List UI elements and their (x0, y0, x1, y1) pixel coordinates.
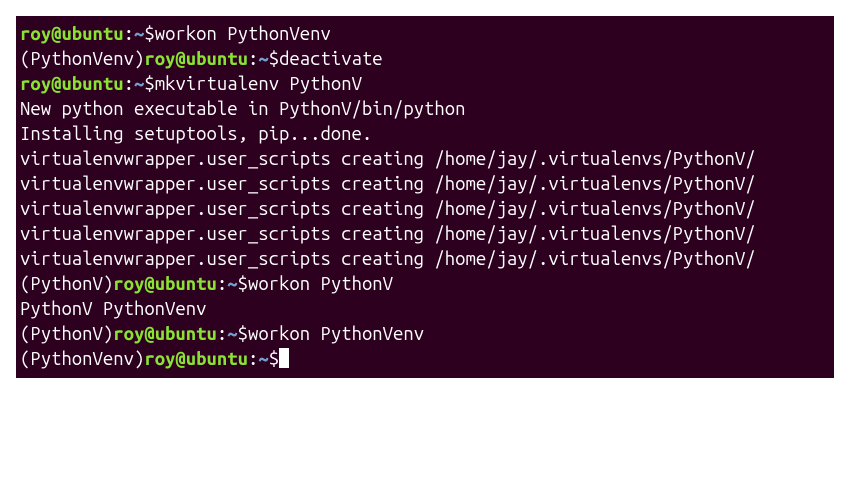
terminal-line: roy@ubuntu:~$workon PythonVenv (20, 22, 830, 47)
venv-prefix: (PythonVenv) (20, 349, 144, 369)
command-text: workon PythonVenv (155, 24, 331, 44)
terminal-line: virtualenvwrapper.user_scripts creating … (20, 147, 830, 172)
user-host: roy@ubuntu (20, 74, 124, 94)
terminal-line: (PythonVenv)roy@ubuntu:~$ (20, 347, 830, 372)
output-text: virtualenvwrapper.user_scripts creating … (20, 174, 756, 194)
output-text: virtualenvwrapper.user_scripts creating … (20, 224, 756, 244)
user-host: roy@ubuntu (113, 324, 217, 344)
prompt-path: ~ (134, 24, 144, 44)
prompt-separator: : (124, 74, 134, 94)
terminal-line: roy@ubuntu:~$mkvirtualenv PythonV (20, 72, 830, 97)
venv-prefix: (PythonV) (20, 274, 113, 294)
output-text: virtualenvwrapper.user_scripts creating … (20, 199, 756, 219)
prompt-dollar: $ (269, 49, 279, 69)
prompt-separator: : (248, 349, 258, 369)
prompt-path: ~ (258, 49, 268, 69)
command-text: workon PythonVenv (248, 324, 424, 344)
prompt-path: ~ (134, 74, 144, 94)
user-host: roy@ubuntu (113, 274, 217, 294)
output-text: New python executable in PythonV/bin/pyt… (20, 99, 465, 119)
terminal-line: Installing setuptools, pip...done. (20, 122, 830, 147)
terminal-line: (PythonVenv)roy@ubuntu:~$deactivate (20, 47, 830, 72)
command-text: deactivate (279, 49, 383, 69)
prompt-separator: : (217, 274, 227, 294)
terminal-line: virtualenvwrapper.user_scripts creating … (20, 172, 830, 197)
user-host: roy@ubuntu (20, 24, 124, 44)
output-text: virtualenvwrapper.user_scripts creating … (20, 149, 756, 169)
terminal-line: (PythonV)roy@ubuntu:~$workon PythonV (20, 272, 830, 297)
prompt-path: ~ (258, 349, 268, 369)
terminal-line: virtualenvwrapper.user_scripts creating … (20, 247, 830, 272)
terminal-line: New python executable in PythonV/bin/pyt… (20, 97, 830, 122)
prompt-separator: : (217, 324, 227, 344)
prompt-path: ~ (227, 324, 237, 344)
prompt-dollar: $ (238, 274, 248, 294)
terminal-window[interactable]: roy@ubuntu:~$workon PythonVenv(PythonVen… (16, 16, 834, 378)
user-host: roy@ubuntu (144, 49, 248, 69)
cursor-block (279, 348, 289, 368)
prompt-separator: : (124, 24, 134, 44)
venv-prefix: (PythonVenv) (20, 49, 144, 69)
terminal-line: (PythonV)roy@ubuntu:~$workon PythonVenv (20, 322, 830, 347)
output-text: virtualenvwrapper.user_scripts creating … (20, 249, 756, 269)
prompt-dollar: $ (144, 24, 154, 44)
prompt-dollar: $ (144, 74, 154, 94)
output-text: Installing setuptools, pip...done. (20, 124, 372, 144)
prompt-separator: : (248, 49, 258, 69)
terminal-line: PythonV PythonVenv (20, 297, 830, 322)
venv-prefix: (PythonV) (20, 324, 113, 344)
output-text: PythonV PythonVenv (20, 299, 206, 319)
command-text: workon PythonV (248, 274, 393, 294)
prompt-path: ~ (227, 274, 237, 294)
prompt-dollar: $ (238, 324, 248, 344)
terminal-line: virtualenvwrapper.user_scripts creating … (20, 222, 830, 247)
terminal-line: virtualenvwrapper.user_scripts creating … (20, 197, 830, 222)
user-host: roy@ubuntu (144, 349, 248, 369)
prompt-dollar: $ (269, 349, 279, 369)
command-text: mkvirtualenv PythonV (155, 74, 362, 94)
